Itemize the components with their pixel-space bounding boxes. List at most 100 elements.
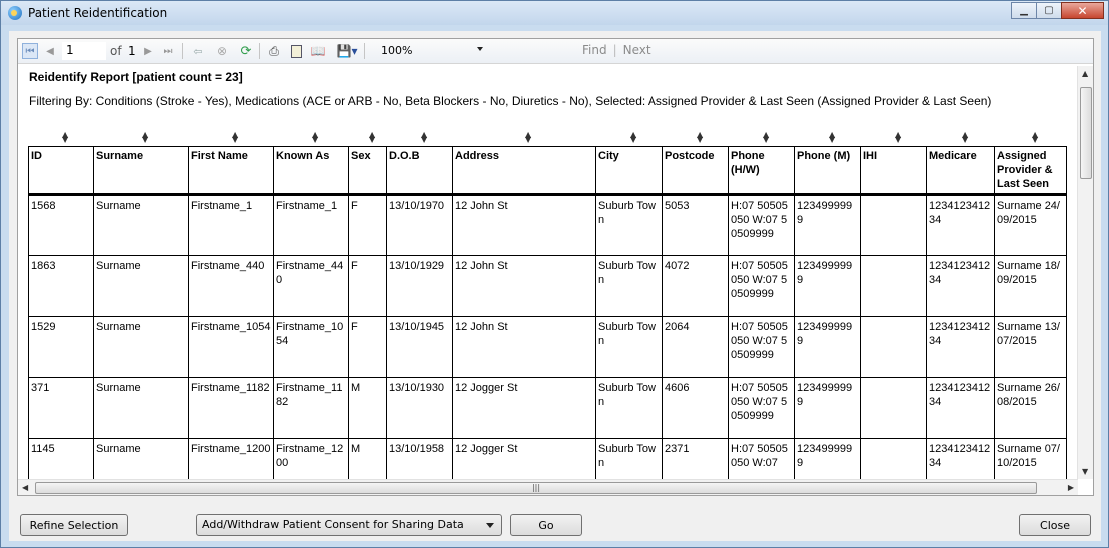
app-window: Patient Reidentification ▁ ▢ ✕ ⏮ ◀ 1 of … bbox=[0, 0, 1109, 548]
sort-icon[interactable]: ▲ ▼ bbox=[62, 131, 70, 144]
table-cell: 123412341234 bbox=[926, 255, 995, 317]
close-icon: ✕ bbox=[1077, 3, 1088, 18]
last-page-button[interactable]: ⏭ bbox=[160, 43, 176, 59]
table-cell: 12 Jogger St bbox=[452, 438, 596, 479]
table-cell: Firstname_440 bbox=[188, 255, 274, 317]
stop-button[interactable]: ⊗ bbox=[214, 43, 230, 59]
table-cell: M bbox=[348, 438, 387, 479]
close-button[interactable]: Close bbox=[1019, 514, 1091, 536]
scroll-right-icon[interactable]: ▶ bbox=[1068, 483, 1074, 492]
horizontal-scrollbar[interactable]: ◀ ||| ▶ bbox=[18, 479, 1078, 495]
column-header[interactable]: Surname bbox=[93, 146, 189, 196]
sort-icon[interactable]: ▲ ▼ bbox=[630, 131, 638, 144]
column-header[interactable]: Assigned Provider & Last Seen bbox=[994, 146, 1067, 196]
scroll-down-icon[interactable]: ▼ bbox=[1082, 467, 1088, 476]
next-page-button[interactable]: ▶ bbox=[140, 43, 156, 59]
column-header[interactable]: First Name bbox=[188, 146, 274, 196]
table-cell: H:07 50505050 W:07 50509999 bbox=[728, 255, 795, 317]
maximize-icon: ▢ bbox=[1044, 5, 1054, 16]
chevron-down-icon bbox=[486, 523, 494, 528]
sort-icon[interactable]: ▲ ▼ bbox=[1032, 131, 1040, 144]
table-cell: Suburb Town bbox=[595, 255, 663, 317]
column-header[interactable]: Phone (M) bbox=[794, 146, 861, 196]
sort-icon[interactable]: ▲ ▼ bbox=[895, 131, 903, 144]
table-cell: Surname bbox=[93, 194, 189, 256]
table-cell bbox=[860, 377, 927, 439]
app-icon bbox=[8, 6, 22, 20]
horizontal-scroll-thumb[interactable]: ||| bbox=[35, 482, 1037, 494]
sort-icon[interactable]: ▲ ▼ bbox=[312, 131, 320, 144]
report-title: Reidentify Report [patient count = 23] bbox=[29, 70, 243, 84]
scroll-up-icon[interactable]: ▲ bbox=[1082, 69, 1088, 78]
column-header[interactable]: City bbox=[595, 146, 663, 196]
next-page-icon: ▶ bbox=[144, 45, 152, 57]
column-header[interactable]: IHI bbox=[860, 146, 927, 196]
table-cell: 13/10/1929 bbox=[386, 255, 453, 317]
scroll-left-icon[interactable]: ◀ bbox=[22, 483, 28, 492]
minimize-button[interactable]: ▁ bbox=[1011, 2, 1037, 19]
table-cell: 12 John St bbox=[452, 316, 596, 378]
vertical-scroll-thumb[interactable] bbox=[1080, 87, 1092, 179]
previous-page-button[interactable]: ◀ bbox=[42, 43, 58, 59]
column-header[interactable]: D.O.B bbox=[386, 146, 453, 196]
first-page-button[interactable]: ⏮ bbox=[22, 43, 38, 59]
sort-icon[interactable]: ▲ ▼ bbox=[829, 131, 837, 144]
refresh-button[interactable]: ⟳ bbox=[238, 43, 254, 59]
sort-icon[interactable]: ▲ ▼ bbox=[232, 131, 240, 144]
table-cell: Firstname_1 bbox=[188, 194, 274, 256]
column-header[interactable]: Address bbox=[452, 146, 596, 196]
page-layout-icon bbox=[290, 44, 302, 58]
table-cell: Suburb Town bbox=[595, 438, 663, 479]
window-title: Patient Reidentification bbox=[28, 6, 168, 20]
page-setup-button[interactable]: 📖 bbox=[310, 43, 326, 59]
maximize-button[interactable]: ▢ bbox=[1036, 2, 1062, 19]
print-layout-button[interactable] bbox=[288, 43, 304, 59]
sort-icon[interactable]: ▲ ▼ bbox=[962, 131, 970, 144]
table-cell: H:07 50505050 W:07 50509999 bbox=[728, 316, 795, 378]
table-cell: Firstname_1200 bbox=[188, 438, 274, 479]
table-cell: 13/10/1970 bbox=[386, 194, 453, 256]
column-header[interactable]: Known As bbox=[273, 146, 349, 196]
page-total: 1 bbox=[128, 44, 136, 58]
close-window-button[interactable]: ✕ bbox=[1061, 2, 1104, 19]
go-button[interactable]: Go bbox=[510, 514, 582, 536]
page-number-input[interactable]: 1 bbox=[62, 42, 106, 60]
column-header[interactable]: Sex bbox=[348, 146, 387, 196]
sort-icon[interactable]: ▲ ▼ bbox=[697, 131, 705, 144]
column-header[interactable]: Medicare bbox=[926, 146, 995, 196]
sort-icon[interactable]: ▲ ▼ bbox=[142, 131, 150, 144]
table-cell: Firstname_1054 bbox=[273, 316, 349, 378]
filter-description: Filtering By: Conditions (Stroke - Yes),… bbox=[29, 94, 992, 108]
table-cell: H:07 50505050 W:07 50509999 bbox=[728, 194, 795, 256]
zoom-select[interactable]: 100% bbox=[375, 42, 487, 60]
sort-icon[interactable]: ▲ ▼ bbox=[763, 131, 771, 144]
consent-action-select[interactable]: Add/Withdraw Patient Consent for Sharing… bbox=[196, 514, 502, 536]
table-cell: Firstname_1 bbox=[273, 194, 349, 256]
report-viewer: ⏮ ◀ 1 of 1 ▶ ⏭ ⇦ ⊗ ⟳ ⎙ 📖 💾▾ 100% Find | … bbox=[17, 38, 1094, 496]
table-cell: 123412341234 bbox=[926, 316, 995, 378]
table-cell: 371 bbox=[28, 377, 94, 439]
table-cell: Firstname_1200 bbox=[273, 438, 349, 479]
print-button[interactable]: ⎙ bbox=[266, 43, 282, 59]
table-cell: 2064 bbox=[662, 316, 729, 378]
table-cell: Firstname_440 bbox=[273, 255, 349, 317]
next-link[interactable]: Next bbox=[623, 43, 651, 57]
column-header[interactable]: ID bbox=[28, 146, 94, 196]
table-row: 1145 Surname Firstname_1200 Firstname_1200 M… bbox=[28, 438, 1067, 479]
find-link[interactable]: Find bbox=[582, 43, 607, 57]
table-cell: 123412341234 bbox=[926, 194, 995, 256]
sort-icon[interactable]: ▲ ▼ bbox=[369, 131, 377, 144]
table-cell: Surname 26/08/2015 bbox=[994, 377, 1067, 439]
sort-icon[interactable]: ▲ ▼ bbox=[525, 131, 533, 144]
back-button[interactable]: ⇦ bbox=[190, 43, 206, 59]
table-cell: 1234999999 bbox=[794, 255, 861, 317]
export-button[interactable]: 💾▾ bbox=[334, 43, 360, 59]
sort-icon[interactable]: ▲ ▼ bbox=[421, 131, 429, 144]
column-header[interactable]: Postcode bbox=[662, 146, 729, 196]
first-page-icon: ⏮ bbox=[25, 45, 35, 57]
vertical-scrollbar[interactable]: ▲ ▼ bbox=[1077, 66, 1093, 479]
refine-selection-button[interactable]: Refine Selection bbox=[20, 514, 128, 536]
table-cell bbox=[860, 438, 927, 479]
column-header[interactable]: Phone (H/W) bbox=[728, 146, 795, 196]
table-row: 1863 Surname Firstname_440 Firstname_440 F 13… bbox=[28, 255, 1067, 317]
